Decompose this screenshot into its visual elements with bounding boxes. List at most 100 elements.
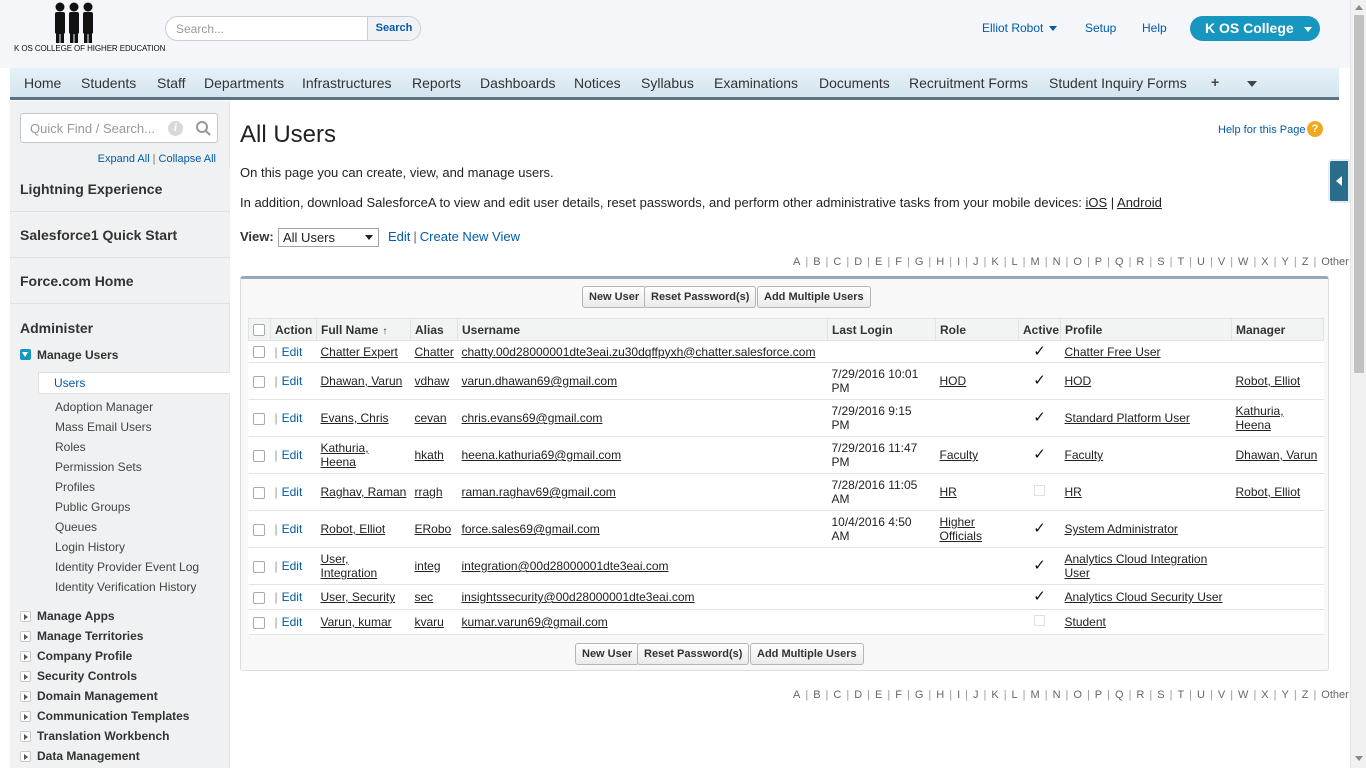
- username-link[interactable]: chatty.00d28000001dte3eai.zu30dqffpyxh@c…: [462, 345, 816, 359]
- alpha-filter-c[interactable]: C: [833, 256, 841, 268]
- sidebar-item-mass-email-users[interactable]: Mass Email Users: [55, 420, 152, 434]
- alpha-filter-t[interactable]: T: [1177, 689, 1184, 701]
- alpha-filter-other[interactable]: Other: [1321, 256, 1349, 268]
- username-link[interactable]: raman.raghav69@gmail.com: [462, 485, 616, 499]
- alpha-filter-u[interactable]: U: [1197, 256, 1205, 268]
- android-link[interactable]: Android: [1117, 195, 1162, 210]
- user-menu[interactable]: Elliot Robot: [982, 21, 1058, 35]
- sidebar-group-manage-users[interactable]: Manage Users: [37, 348, 118, 362]
- alpha-filter-x[interactable]: X: [1261, 256, 1268, 268]
- alpha-filter-q[interactable]: Q: [1115, 256, 1124, 268]
- username-link[interactable]: integration@00d28000001dte3eai.com: [462, 559, 669, 573]
- sidebar-item-adoption-manager[interactable]: Adoption Manager: [55, 400, 153, 414]
- alpha-filter-n[interactable]: N: [1053, 256, 1061, 268]
- full-name-link[interactable]: Dhawan, Varun: [321, 374, 403, 388]
- alpha-filter-other[interactable]: Other: [1321, 689, 1349, 701]
- sidebar-section-force-home[interactable]: Force.com Home: [10, 259, 230, 304]
- setup-link[interactable]: Setup: [1085, 21, 1116, 35]
- sidebar-group-manage-territories[interactable]: Manage Territories: [37, 629, 143, 643]
- alpha-filter-f[interactable]: F: [895, 256, 902, 268]
- alpha-filter-z[interactable]: Z: [1302, 689, 1309, 701]
- column-header-username[interactable]: Username: [457, 318, 828, 341]
- username-link[interactable]: force.sales69@gmail.com: [462, 522, 600, 536]
- search-button[interactable]: Search: [367, 17, 420, 40]
- alpha-filter-l[interactable]: L: [1012, 689, 1018, 701]
- profile-link[interactable]: Standard Platform User: [1065, 411, 1190, 425]
- alpha-filter-e[interactable]: E: [875, 689, 882, 701]
- alpha-filter-x[interactable]: X: [1261, 689, 1268, 701]
- alias-link[interactable]: Chatter: [415, 345, 454, 359]
- full-name-link[interactable]: Evans, Chris: [321, 411, 389, 425]
- side-panel-toggle-icon[interactable]: [1328, 159, 1350, 203]
- sidebar-item-profiles[interactable]: Profiles: [55, 480, 95, 494]
- alpha-filter-p[interactable]: P: [1095, 689, 1102, 701]
- profile-link[interactable]: Chatter Free User: [1065, 345, 1161, 359]
- view-select[interactable]: All Users: [278, 228, 379, 247]
- alpha-filter-m[interactable]: M: [1031, 689, 1040, 701]
- column-header-alias[interactable]: Alias: [410, 318, 458, 341]
- alpha-filter-b[interactable]: B: [813, 689, 820, 701]
- username-link[interactable]: heena.kathuria69@gmail.com: [462, 448, 622, 462]
- collapsed-triangle-icon[interactable]: [20, 711, 31, 722]
- alias-link[interactable]: sec: [415, 590, 434, 604]
- edit-link[interactable]: Edit: [282, 615, 303, 629]
- profile-link[interactable]: Analytics Cloud Security User: [1065, 590, 1223, 604]
- full-name-link[interactable]: User, Security: [321, 590, 396, 604]
- row-checkbox[interactable]: [252, 560, 265, 573]
- tab-recruitment-forms[interactable]: Recruitment Forms: [909, 68, 1028, 97]
- alpha-filter-o[interactable]: O: [1073, 256, 1082, 268]
- row-checkbox[interactable]: [252, 591, 265, 604]
- alpha-filter-k[interactable]: K: [991, 256, 998, 268]
- alpha-filter-w[interactable]: W: [1238, 256, 1248, 268]
- alpha-filter-s[interactable]: S: [1157, 689, 1164, 701]
- alpha-filter-a[interactable]: A: [793, 256, 800, 268]
- full-name-link[interactable]: Robot, Elliot: [321, 522, 386, 536]
- edit-link[interactable]: Edit: [282, 590, 303, 604]
- sidebar-group-data-management[interactable]: Data Management: [37, 749, 140, 763]
- help-link[interactable]: Help: [1142, 21, 1167, 35]
- alpha-filter-d[interactable]: D: [854, 689, 862, 701]
- alpha-filter-h[interactable]: H: [936, 256, 944, 268]
- collapsed-triangle-icon[interactable]: [20, 611, 31, 622]
- alpha-filter-j[interactable]: J: [973, 689, 979, 701]
- profile-link[interactable]: HOD: [1065, 374, 1092, 388]
- role-link[interactable]: Higher Officials: [940, 515, 982, 543]
- sidebar-item-users[interactable]: Users: [38, 372, 230, 394]
- collapsed-triangle-icon[interactable]: [20, 651, 31, 662]
- scrollbar-thumb[interactable]: [1354, 15, 1364, 373]
- role-link[interactable]: HOD: [940, 374, 967, 388]
- alpha-filter-j[interactable]: J: [973, 256, 979, 268]
- tab-reports[interactable]: Reports: [412, 68, 461, 97]
- add-multiple-users-button[interactable]: Add Multiple Users: [757, 286, 871, 308]
- sidebar-item-roles[interactable]: Roles: [55, 440, 86, 454]
- alpha-filter-f[interactable]: F: [895, 689, 902, 701]
- help-for-page-link[interactable]: Help for this Page: [1218, 124, 1305, 136]
- alpha-filter-z[interactable]: Z: [1302, 256, 1309, 268]
- column-header-last-login[interactable]: Last Login: [827, 318, 936, 341]
- ios-link[interactable]: iOS: [1085, 195, 1107, 210]
- new-user-button-bottom[interactable]: New User: [575, 643, 640, 665]
- alias-link[interactable]: kvaru: [415, 615, 444, 629]
- sidebar-group-domain-management[interactable]: Domain Management: [37, 689, 158, 703]
- profile-link[interactable]: Faculty: [1065, 448, 1104, 462]
- row-checkbox[interactable]: [252, 375, 265, 388]
- tab-notices[interactable]: Notices: [574, 68, 621, 97]
- tab-students[interactable]: Students: [81, 68, 136, 97]
- column-header-profile[interactable]: Profile: [1060, 318, 1232, 341]
- role-link[interactable]: Faculty: [940, 448, 979, 462]
- edit-link[interactable]: Edit: [282, 485, 303, 499]
- profile-link[interactable]: Student: [1065, 615, 1106, 629]
- username-link[interactable]: kumar.varun69@gmail.com: [462, 615, 608, 629]
- alpha-filter-d[interactable]: D: [854, 256, 862, 268]
- username-link[interactable]: chris.evans69@gmail.com: [462, 411, 603, 425]
- alias-link[interactable]: ERobo: [415, 522, 452, 536]
- college-logo[interactable]: K OS COLLEGE OF HIGHER EDUCATION: [14, 2, 165, 56]
- app-menu[interactable]: K OS College: [1190, 16, 1320, 41]
- edit-link[interactable]: Edit: [282, 345, 303, 359]
- alpha-filter-h[interactable]: H: [936, 689, 944, 701]
- alpha-filter-r[interactable]: R: [1136, 689, 1144, 701]
- sidebar-item-login-history[interactable]: Login History: [55, 540, 125, 554]
- alpha-filter-b[interactable]: B: [813, 256, 820, 268]
- full-name-link[interactable]: User, Integration: [321, 552, 378, 580]
- tab-syllabus[interactable]: Syllabus: [641, 68, 694, 97]
